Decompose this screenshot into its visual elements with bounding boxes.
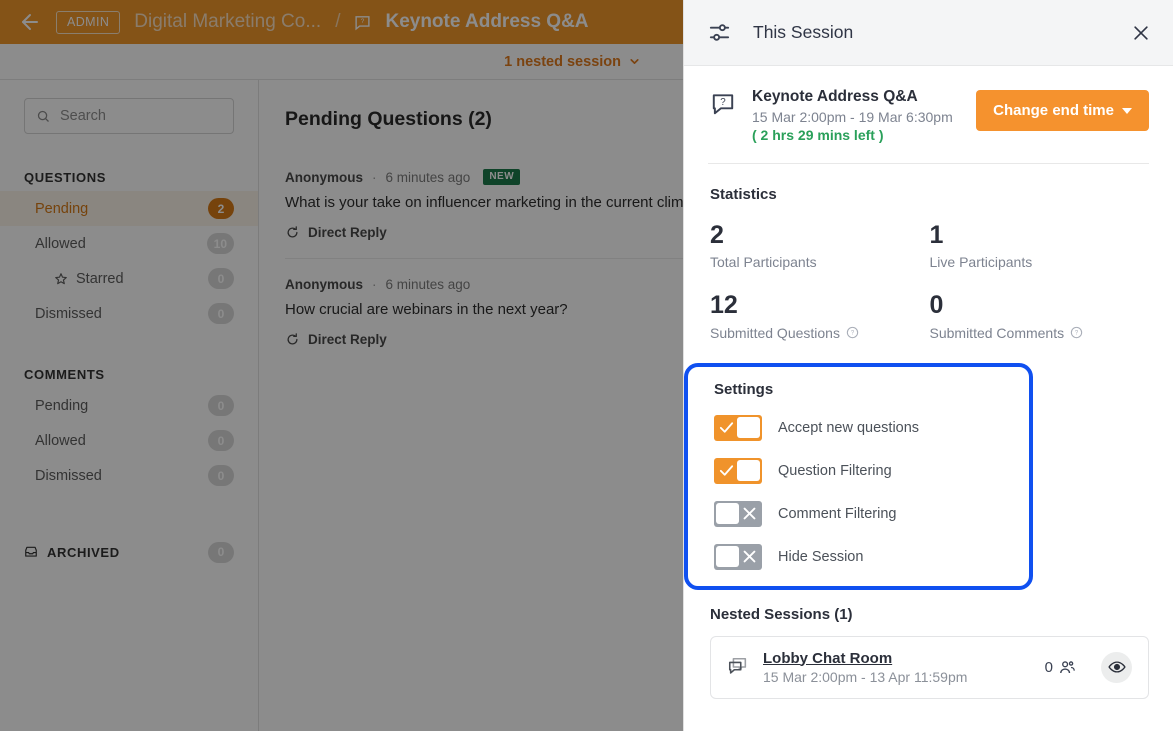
eye-icon <box>1107 661 1126 673</box>
nested-session-row[interactable]: Lobby Chat Room 15 Mar 2:00pm - 13 Apr 1… <box>710 635 1149 699</box>
setting-label: Question Filtering <box>778 462 892 479</box>
nested-session-link[interactable]: Lobby Chat Room <box>763 650 1031 667</box>
chat-bubbles-icon <box>728 657 747 674</box>
stat-label-wrap: Submitted Comments ? <box>930 325 1150 341</box>
toggle-switch[interactable] <box>714 543 762 570</box>
cross-icon <box>743 507 756 520</box>
stat-label: Total Participants <box>710 254 817 271</box>
cross-icon <box>743 550 756 563</box>
toggle-knob <box>716 503 739 524</box>
stat-label: Live Participants <box>929 254 1033 271</box>
statistics-grid: 2 Total Participants 1 Live Participants… <box>710 222 1149 341</box>
session-details-panel: This Session ? Keynote Address Q&A 15 Ma… <box>683 0 1173 731</box>
help-icon[interactable]: ? <box>1070 326 1083 339</box>
setting-comment-filtering[interactable]: Comment Filtering <box>714 500 1013 527</box>
toggle-switch[interactable] <box>714 500 762 527</box>
svg-text:?: ? <box>720 97 726 108</box>
statistics-section: Statistics 2 Total Participants 1 Live P… <box>684 164 1173 341</box>
sliders-icon <box>709 24 730 41</box>
stat-value: 1 <box>929 221 944 249</box>
setting-accept-new-questions[interactable]: Accept new questions <box>714 414 1013 441</box>
setting-question-filtering[interactable]: Question Filtering <box>714 457 1013 484</box>
app-root: ADMIN Digital Marketing Co... / ? Keynot… <box>0 0 1173 731</box>
setting-label: Accept new questions <box>778 419 920 436</box>
settings-wrapper: Settings Accept new questions Question F… <box>684 362 1173 590</box>
stat-value: 12 <box>710 291 738 320</box>
panel-title: This Session <box>753 22 854 42</box>
qa-bubble-icon: ? <box>712 94 734 115</box>
change-end-time-button[interactable]: Change end time <box>976 90 1149 131</box>
nested-participant-count: 0 <box>1044 658 1053 676</box>
nested-session-time-range: 15 Mar 2:00pm - 13 Apr 11:59pm <box>763 668 968 685</box>
session-summary: ? Keynote Address Q&A 15 Mar 2:00pm - 19… <box>684 66 1173 163</box>
stat-submitted-questions: 12 Submitted Questions ? <box>710 291 930 341</box>
nested-session-info: Lobby Chat Room 15 Mar 2:00pm - 13 Apr 1… <box>763 650 1031 685</box>
settings-title: Settings <box>714 380 774 398</box>
setting-hide-session[interactable]: Hide Session <box>714 543 1013 570</box>
nested-participant-count-wrap: 0 <box>1045 658 1077 677</box>
setting-label: Hide Session <box>778 548 864 565</box>
svg-text:?: ? <box>851 331 855 337</box>
people-icon <box>1060 660 1075 673</box>
nested-sessions-section: Nested Sessions (1) Lobby Chat Room 15 M… <box>684 606 1173 699</box>
help-icon[interactable]: ? <box>846 326 859 339</box>
stat-label: Submitted Comments <box>929 324 1065 341</box>
stat-live-participants: 1 Live Participants <box>929 221 1150 271</box>
stat-label-wrap: Live Participants <box>930 254 1150 270</box>
panel-header: This Session <box>684 0 1173 66</box>
session-name: Keynote Address Q&A <box>752 88 918 105</box>
stat-total-participants: 2 Total Participants <box>710 221 930 271</box>
toggle-knob <box>716 546 739 567</box>
caret-down-icon <box>1122 107 1132 114</box>
settings-highlight-box: Settings Accept new questions Question F… <box>684 362 1033 590</box>
stat-label: Submitted Questions <box>710 324 840 341</box>
close-icon[interactable] <box>1131 23 1151 43</box>
nested-sessions-title: Nested Sessions (1) <box>710 605 853 623</box>
toggle-switch[interactable] <box>714 457 762 484</box>
preview-session-button[interactable] <box>1101 651 1132 683</box>
check-icon <box>719 465 734 476</box>
stat-submitted-comments: 0 Submitted Comments ? <box>929 291 1150 341</box>
toggle-knob <box>737 460 760 481</box>
session-time-left: ( 2 hrs 29 mins left ) <box>752 127 884 143</box>
statistics-title: Statistics <box>710 186 777 203</box>
session-info: Keynote Address Q&A 15 Mar 2:00pm - 19 M… <box>752 88 960 143</box>
modal-scrim[interactable] <box>0 0 683 731</box>
session-time-range: 15 Mar 2:00pm - 19 Mar 6:30pm <box>752 109 953 125</box>
check-icon <box>719 422 734 433</box>
change-end-time-label: Change end time <box>993 102 1114 119</box>
stat-value: 2 <box>710 221 724 249</box>
stat-label-wrap: Total Participants <box>710 254 930 270</box>
svg-text:?: ? <box>1075 331 1079 337</box>
toggle-switch[interactable] <box>714 414 762 441</box>
settings-section: Settings Accept new questions Question F… <box>702 381 1013 570</box>
stat-label-wrap: Submitted Questions ? <box>710 325 930 341</box>
stat-value: 0 <box>929 291 944 320</box>
setting-label: Comment Filtering <box>778 505 897 522</box>
toggle-knob <box>737 417 760 438</box>
